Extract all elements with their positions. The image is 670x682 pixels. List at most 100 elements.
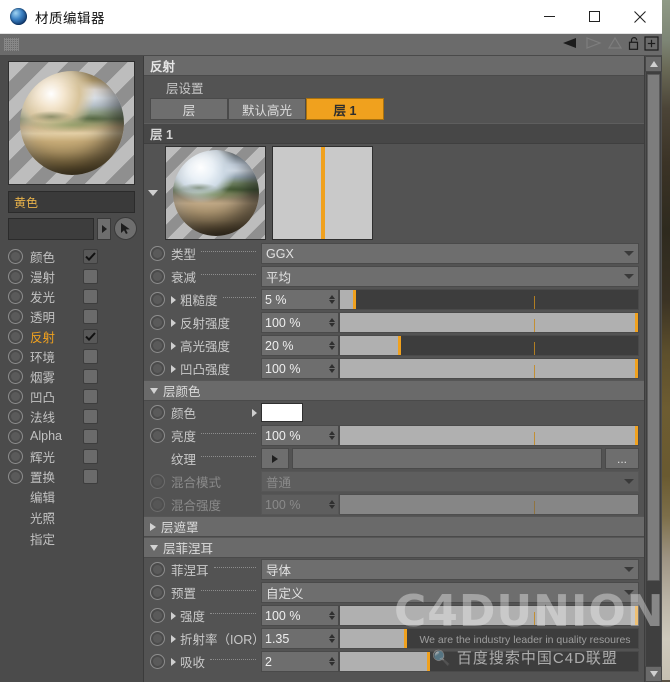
preset-dropdown[interactable]: 自定义 [261,582,639,603]
channel-checkbox[interactable] [83,428,98,444]
minimize-button[interactable] [527,0,572,33]
drag-grip-icon[interactable] [4,38,19,51]
anim-dot-icon[interactable] [150,608,165,623]
layer-gradient-strip[interactable] [272,146,373,240]
material-name-input[interactable]: 黄色 [8,191,135,213]
channel-item-8[interactable]: 法线 [0,406,143,426]
brightness-number-field[interactable]: 100 % [261,425,339,446]
group-header-layer-fresnel[interactable]: 层菲涅耳 [144,537,645,558]
channel-checkbox[interactable] [83,288,98,304]
material-link-input[interactable] [8,217,94,240]
stepper-icon[interactable] [329,611,335,620]
channel-radio-icon[interactable] [8,328,23,344]
absorb-slider[interactable] [339,651,639,672]
panel-scrollbar[interactable] [644,56,662,682]
command-item-1[interactable]: 光照 [0,507,143,528]
anim-dot-icon[interactable] [150,246,165,261]
layer-preview-sphere[interactable] [165,146,266,240]
texture-browse-button[interactable]: ... [605,448,639,469]
anim-dot-icon[interactable] [150,631,165,646]
slider-track[interactable] [339,358,639,379]
close-button[interactable] [617,0,662,33]
slider-track[interactable] [339,289,639,310]
stepper-icon[interactable] [329,295,335,304]
anim-dot-icon[interactable] [150,338,165,353]
channel-checkbox[interactable] [83,468,98,484]
channel-checkbox[interactable] [83,248,98,264]
fresnel-strength-slider[interactable] [339,605,639,626]
channel-radio-icon[interactable] [8,468,23,484]
channel-radio-icon[interactable] [8,268,23,284]
scrollbar-thumb[interactable] [647,74,660,581]
layer-tab-0[interactable]: 层 [150,98,228,120]
ior-number-field[interactable]: 1.35 [261,628,339,649]
nav-forward-icon[interactable] [583,36,603,53]
nav-back-icon[interactable] [560,36,580,53]
anim-dot-icon[interactable] [150,654,165,669]
anim-dot-icon[interactable] [150,315,165,330]
channel-item-1[interactable]: 漫射 [0,266,143,286]
stepper-icon[interactable] [329,634,335,643]
expand-arrow-icon[interactable] [171,611,176,620]
link-arrow-icon[interactable] [97,217,111,240]
channel-checkbox[interactable] [83,448,98,464]
slider-track[interactable] [339,312,639,333]
fresnel-dropdown[interactable]: 导体 [261,559,639,580]
channel-radio-icon[interactable] [8,448,23,464]
stepper-icon[interactable] [329,318,335,327]
scroll-up-button[interactable] [645,56,662,72]
channel-item-2[interactable]: 发光 [0,286,143,306]
channel-checkbox[interactable] [83,328,98,344]
stepper-icon[interactable] [329,431,335,440]
param-dropdown[interactable]: 平均 [261,266,639,287]
stepper-icon[interactable] [329,657,335,666]
anim-dot-icon[interactable] [150,269,165,284]
channel-radio-icon[interactable] [8,308,23,324]
maximize-button[interactable] [572,0,617,33]
chevron-down-icon[interactable] [148,190,158,196]
texture-path-input[interactable] [292,448,602,469]
anim-dot-icon[interactable] [150,562,165,577]
command-item-0[interactable]: 编辑 [0,486,143,507]
channel-item-11[interactable]: 置换 [0,466,143,486]
channel-item-4[interactable]: 反射 [0,326,143,346]
expand-arrow-icon[interactable] [171,657,176,666]
cursor-pick-icon[interactable] [114,217,137,240]
expand-arrow-icon[interactable] [171,364,176,373]
anim-dot-icon[interactable] [150,292,165,307]
layer-tab-2[interactable]: 层 1 [306,98,384,120]
absorb-number-field[interactable]: 2 [261,651,339,672]
channel-checkbox[interactable] [83,268,98,284]
command-item-2[interactable]: 指定 [0,528,143,549]
nav-up-icon[interactable] [606,36,624,53]
channel-item-7[interactable]: 凹凸 [0,386,143,406]
material-preview-sphere[interactable] [8,61,135,185]
channel-item-6[interactable]: 烟雾 [0,366,143,386]
expand-arrow-icon[interactable] [171,341,176,350]
group-header-layer-mask[interactable]: 层遮罩 [144,516,645,537]
anim-dot-icon[interactable] [150,405,165,420]
expand-arrow-icon[interactable] [171,634,176,643]
expand-arrow-icon[interactable] [252,408,257,417]
texture-menu-button[interactable] [261,448,289,469]
channel-radio-icon[interactable] [8,368,23,384]
channel-radio-icon[interactable] [8,388,23,404]
anim-dot-icon[interactable] [150,361,165,376]
fresnel-strength-number-field[interactable]: 100 % [261,605,339,626]
expand-arrow-icon[interactable] [171,295,176,304]
expand-arrow-icon[interactable] [171,318,176,327]
anim-dot-icon[interactable] [150,428,165,443]
slider-number-field[interactable]: 20 % [261,335,339,356]
color-swatch[interactable] [261,403,303,422]
group-header-layer-color[interactable]: 层颜色 [144,380,645,401]
channel-checkbox[interactable] [83,308,98,324]
channel-radio-icon[interactable] [8,428,23,444]
slider-number-field[interactable]: 100 % [261,358,339,379]
param-dropdown[interactable]: GGX [261,243,639,264]
scrollbar-track[interactable] [646,72,661,666]
channel-radio-icon[interactable] [8,248,23,264]
layer-tab-1[interactable]: 默认高光 [228,98,306,120]
slider-number-field[interactable]: 5 % [261,289,339,310]
anim-dot-icon[interactable] [150,585,165,600]
channel-checkbox[interactable] [83,348,98,364]
